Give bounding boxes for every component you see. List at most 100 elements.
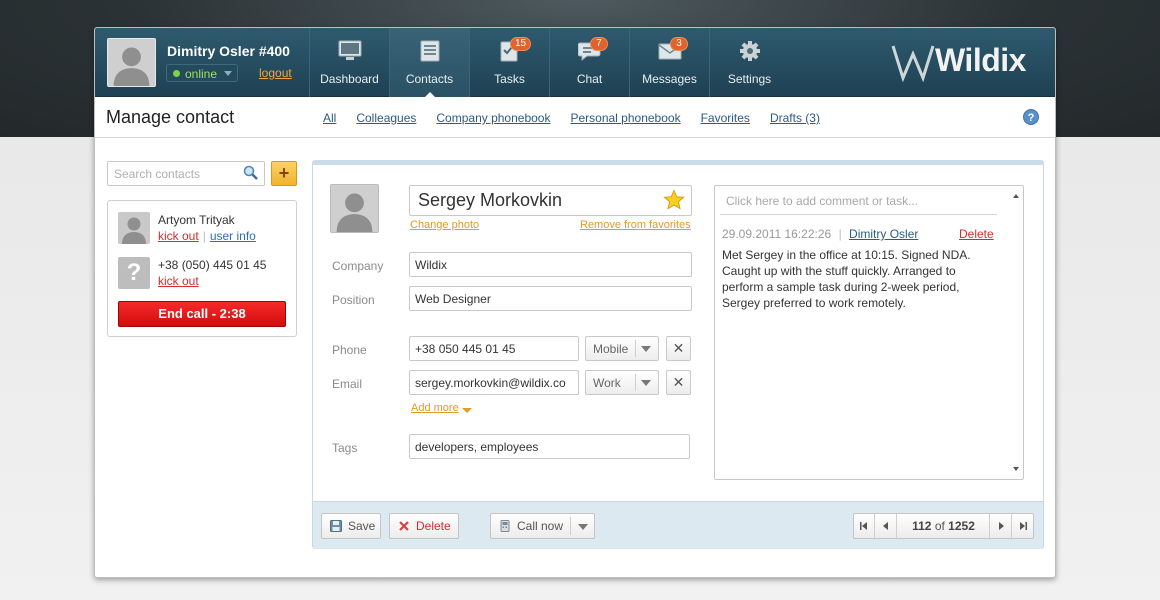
prev-page-icon xyxy=(883,522,888,530)
email-label: Email xyxy=(332,377,363,391)
nav-tasks[interactable]: 15 Tasks xyxy=(469,28,549,97)
email-type-select[interactable]: Work xyxy=(585,370,659,395)
kick-out-link[interactable]: kick out xyxy=(158,274,199,288)
comment-input[interactable] xyxy=(720,188,997,215)
filter-all[interactable]: All xyxy=(323,111,336,125)
save-button[interactable]: Save xyxy=(321,513,381,539)
end-call-button[interactable]: End call - 2:38 xyxy=(118,301,286,327)
filter-favorites[interactable]: Favorites xyxy=(701,111,750,125)
filter-drafts[interactable]: Drafts (3) xyxy=(770,111,820,125)
search-icon[interactable] xyxy=(243,165,259,181)
contact-editor: Sergey Morkovkin Change photo Remove fro… xyxy=(312,160,1044,549)
floppy-disk-icon xyxy=(330,520,342,532)
kick-out-link[interactable]: kick out xyxy=(158,229,199,243)
wildix-w-logo-icon xyxy=(891,45,935,83)
add-contact-button[interactable]: + xyxy=(271,161,297,186)
delete-comment-link[interactable]: Delete xyxy=(959,227,994,241)
link-separator: | xyxy=(202,229,206,243)
position-field[interactable] xyxy=(409,286,692,311)
of-label: of xyxy=(934,519,945,533)
user-silhouette-icon xyxy=(336,193,373,232)
comment-text: Met Sergey in the office at 10:15. Signe… xyxy=(722,248,971,310)
editor-footer: Save Delete Call now 112 of 1252 xyxy=(313,501,1043,549)
delete-button[interactable]: Delete xyxy=(389,513,459,539)
comment-author-link[interactable]: Dimitry Osler xyxy=(849,227,918,241)
filter-company-phonebook[interactable]: Company phonebook xyxy=(436,111,550,125)
filter-colleagues[interactable]: Colleagues xyxy=(356,111,416,125)
active-call-panel: Artyom Trityak kick out | user info ? +38 … xyxy=(107,200,297,337)
monitor-icon xyxy=(338,40,362,60)
chevron-down-icon xyxy=(462,408,472,413)
contact-name-field[interactable]: Sergey Morkovkin xyxy=(409,185,692,216)
phone-field[interactable] xyxy=(409,336,579,361)
favorite-star-icon[interactable] xyxy=(663,189,685,211)
app-window: Dimitry Osler #400 online logout Dashboa… xyxy=(94,27,1056,578)
nav-chat[interactable]: 7 Chat xyxy=(549,28,629,97)
call-participant: Artyom Trityak kick out | user info xyxy=(118,212,288,248)
remove-favorites-link[interactable]: Remove from favorites xyxy=(580,219,691,231)
user-avatar[interactable] xyxy=(107,38,156,87)
nav-label: Chat xyxy=(576,72,603,86)
save-label: Save xyxy=(348,519,376,533)
next-page-button[interactable] xyxy=(991,514,1012,538)
select-divider xyxy=(635,374,636,391)
scroll-down-icon[interactable] xyxy=(1013,467,1019,471)
record-pager: 112 of 1252 xyxy=(853,513,1034,539)
call-now-button[interactable]: Call now xyxy=(490,513,595,539)
status-dropdown[interactable]: online xyxy=(166,64,238,82)
position-label: Position xyxy=(332,293,375,307)
prev-page-button[interactable] xyxy=(876,514,897,538)
last-page-button[interactable] xyxy=(1013,514,1034,538)
help-icon[interactable]: ? xyxy=(1023,109,1039,125)
call-participant: ? +38 (050) 445 01 45 kick out xyxy=(118,257,288,293)
company-field[interactable] xyxy=(409,252,692,277)
user-silhouette-icon xyxy=(122,217,146,244)
total-records: 1252 xyxy=(948,519,975,533)
chevron-down-icon[interactable] xyxy=(578,524,588,530)
nav-dashboard[interactable]: Dashboard xyxy=(309,28,389,97)
user-silhouette-icon xyxy=(113,47,150,86)
phone-label: Phone xyxy=(332,343,367,357)
user-info-link[interactable]: user info xyxy=(210,229,256,243)
status-label: online xyxy=(185,67,218,81)
search-input[interactable] xyxy=(107,161,265,186)
brand-logo: Wildix xyxy=(891,40,1037,84)
comments-scrollbar[interactable] xyxy=(1009,186,1023,479)
messages-badge: 3 xyxy=(670,37,688,51)
phone-type-select[interactable]: Mobile xyxy=(585,336,659,361)
tags-field[interactable] xyxy=(409,434,690,459)
email-type-value: Work xyxy=(593,376,621,390)
first-page-button[interactable] xyxy=(854,514,875,538)
logout-link[interactable]: logout xyxy=(259,66,292,80)
chevron-down-icon xyxy=(641,380,651,386)
company-label: Company xyxy=(332,259,384,273)
participant-number: +38 (050) 445 01 45 xyxy=(158,258,267,272)
nav-contacts[interactable]: Contacts xyxy=(389,28,469,98)
nav-label: Messages xyxy=(642,72,697,86)
nav-label: Dashboard xyxy=(320,72,379,86)
nav-settings[interactable]: Settings xyxy=(709,28,789,97)
remove-email-button[interactable]: ✕ xyxy=(666,370,691,395)
top-bar: Dimitry Osler #400 online logout Dashboa… xyxy=(95,28,1055,98)
contact-filters: All Colleagues Company phonebook Persona… xyxy=(323,111,820,125)
unknown-caller-icon: ? xyxy=(118,257,150,289)
contacts-icon xyxy=(420,40,440,62)
chevron-down-icon xyxy=(641,346,651,352)
tags-label: Tags xyxy=(332,441,358,455)
filter-personal-phonebook[interactable]: Personal phonebook xyxy=(570,111,680,125)
change-photo-link[interactable]: Change photo xyxy=(410,219,479,231)
remove-phone-button[interactable]: ✕ xyxy=(666,336,691,361)
nav-messages[interactable]: 3 Messages xyxy=(629,28,709,97)
call-now-label: Call now xyxy=(517,519,564,533)
contact-photo[interactable] xyxy=(330,184,379,233)
contact-name: Sergey Morkovkin xyxy=(418,190,563,210)
main-nav: Dashboard Contacts 15 Tasks 7 Chat 3 Mes… xyxy=(309,28,789,98)
delete-label: Delete xyxy=(416,519,451,533)
email-field[interactable] xyxy=(409,370,579,395)
add-more-link[interactable]: Add more xyxy=(411,402,459,414)
gear-icon xyxy=(740,41,760,61)
participant-name: Artyom Trityak xyxy=(158,213,235,227)
scroll-up-icon[interactable] xyxy=(1013,194,1019,198)
select-divider xyxy=(635,340,636,357)
page-title: Manage contact xyxy=(106,107,235,127)
